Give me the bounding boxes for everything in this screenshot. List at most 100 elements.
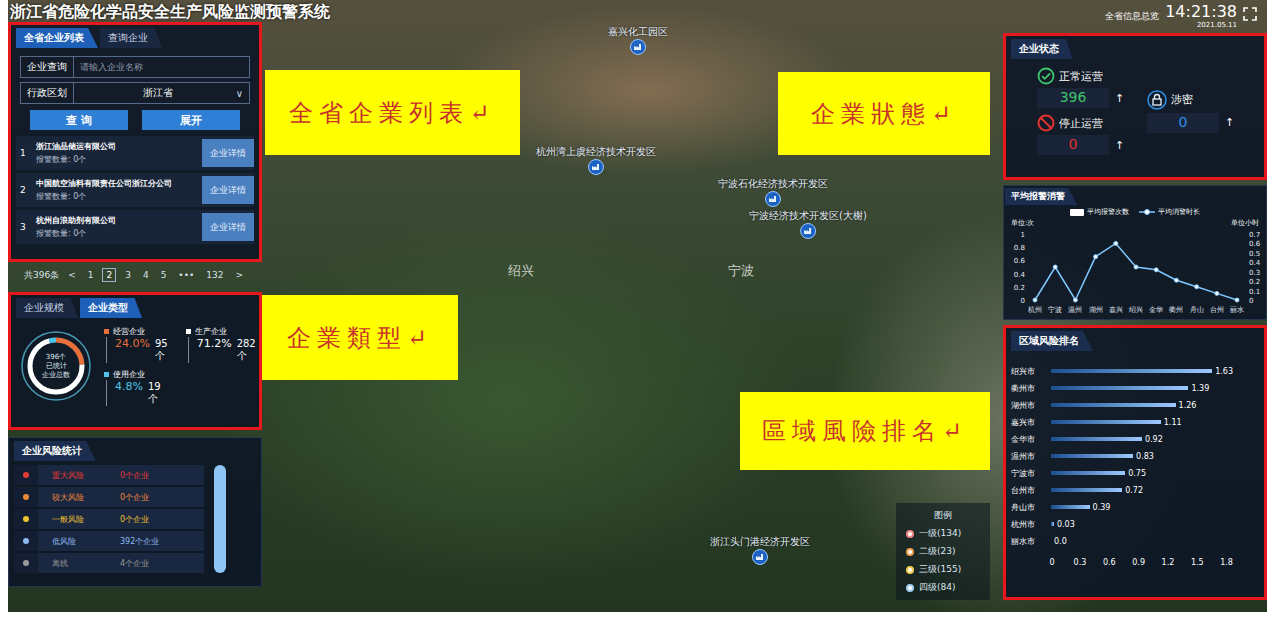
tab[interactable]: 查询企业 — [100, 28, 162, 48]
tab[interactable]: 企业类型 — [80, 298, 142, 318]
rank-row[interactable]: 舟山市 0.39 — [1011, 499, 1259, 515]
rank-row[interactable]: 丽水市 0.0 — [1011, 533, 1259, 549]
detail-button[interactable]: 企业详情 — [202, 176, 254, 204]
alarm-bar[interactable] — [1132, 300, 1140, 301]
page-number[interactable]: ••• — [175, 269, 197, 281]
item-text: 中国航空油料有限责任公司浙江分公司 报警数量: 0个 — [36, 178, 196, 202]
annotation-label: 企業類型↵ — [262, 295, 458, 380]
tab[interactable]: 企业规模 — [16, 298, 78, 318]
region-name: 台州市 — [1011, 485, 1051, 496]
legend-item[interactable]: 三级(155) — [906, 563, 980, 576]
rank-track: 0.0 — [1051, 537, 1229, 546]
map-pin[interactable]: 宁波经济技术开发区(大榭) — [749, 210, 867, 239]
legend-item[interactable]: 四级(84) — [906, 581, 980, 594]
region-select[interactable]: 浙江省 ∨ — [74, 83, 249, 103]
rank-row[interactable]: 金华市 0.92 — [1011, 431, 1259, 447]
detail-button[interactable]: 企业详情 — [202, 213, 254, 241]
search-input[interactable] — [74, 57, 249, 77]
alarm-bar[interactable] — [1092, 300, 1100, 301]
line-point[interactable] — [1094, 255, 1098, 259]
pin-label: 浙江头门港经济开发区 — [710, 536, 810, 548]
rank-row[interactable]: 宁波市 0.75 — [1011, 465, 1259, 481]
overview-link[interactable]: 全省信息总览 — [1105, 10, 1159, 23]
detail-button[interactable]: 企业详情 — [202, 139, 254, 167]
line-point[interactable] — [1215, 291, 1219, 295]
alarm-bar[interactable] — [1213, 300, 1221, 301]
alarm-bar[interactable] — [1193, 300, 1201, 301]
left-tick: 0.6 — [1014, 257, 1026, 265]
alarm-bar[interactable] — [1172, 300, 1180, 301]
next-page[interactable]: > — [232, 269, 246, 281]
category-label: 嘉兴 — [1109, 306, 1123, 314]
item-index: 1 — [20, 148, 30, 158]
right-column: 全省信息总览 14:21:38 2021.05.11 企业状态 正常运营 396… — [1003, 0, 1267, 612]
legend-item[interactable]: 二级(23) — [906, 545, 980, 558]
map-pin[interactable]: 杭州湾上虞经济技术开发区 — [536, 146, 656, 175]
panel-title-bar: 企业状态 — [1011, 39, 1259, 59]
risk-label: 离线 — [38, 558, 120, 569]
trend-arrow-icon: ↑ — [1115, 139, 1124, 152]
page-number[interactable]: 1 — [85, 269, 97, 281]
enterprise-item[interactable]: 3 杭州自浪助剂有限公司 报警数量: 0个 企业详情 — [16, 210, 254, 244]
page-number[interactable]: 132 — [203, 269, 226, 281]
fullscreen-icon[interactable] — [1243, 7, 1257, 21]
region-label: 行政区划 — [21, 83, 74, 103]
line-point[interactable] — [1073, 298, 1077, 302]
rank-bar — [1051, 403, 1176, 407]
page-number[interactable]: 5 — [158, 269, 170, 281]
alarm-bar[interactable] — [1112, 300, 1120, 301]
rank-row[interactable]: 湖州市 1.26 — [1011, 397, 1259, 413]
line-point[interactable] — [1174, 278, 1178, 282]
risk-label: 重大风险 — [38, 470, 120, 481]
left-tick: 0 — [1021, 297, 1025, 305]
region-value: 浙江省 — [80, 86, 236, 100]
action-button[interactable]: 展开 — [142, 110, 240, 130]
risk-label: 低风险 — [38, 536, 120, 547]
chart-legend-item[interactable]: 平均报警次数 — [1070, 207, 1129, 217]
map-pin[interactable]: 嘉兴化工园区 — [608, 26, 668, 55]
page-number[interactable]: 4 — [140, 269, 152, 281]
risk-row[interactable]: 低风险 392个企业 — [14, 531, 204, 551]
prev-page[interactable]: < — [65, 269, 79, 281]
button-row: 查 询展开 — [16, 110, 254, 130]
map-pin[interactable]: 宁波石化经济技术开发区 — [718, 178, 828, 207]
rank-row[interactable]: 绍兴市 1.63 — [1011, 363, 1259, 379]
line-point[interactable] — [1033, 298, 1037, 302]
item-alarm-count: 报警数量: 0个 — [36, 228, 196, 239]
chart-legend-item[interactable]: 平均消警时长 — [1139, 207, 1200, 217]
map-pin[interactable]: 浙江头门港经济开发区 — [710, 536, 810, 565]
alarm-bar[interactable] — [1152, 300, 1160, 301]
risk-row[interactable]: 离线 4个企业 — [14, 553, 204, 573]
rank-row[interactable]: 嘉兴市 1.11 — [1011, 414, 1259, 430]
tab[interactable]: 全省企业列表 — [16, 28, 98, 48]
map-legend: 图例 一级(134) 二级(23) 三级(155) 四级(84) — [896, 503, 990, 600]
scrollbar[interactable] — [214, 465, 226, 573]
pin-label: 宁波经济技术开发区(大榭) — [749, 210, 867, 222]
page-number[interactable]: 2 — [102, 268, 116, 282]
legend-item[interactable]: 一级(134) — [906, 527, 980, 540]
dropdown-arrow-icon: ∨ — [236, 88, 243, 99]
rank-axis: 00.30.60.91.21.51.8 — [1047, 558, 1233, 567]
line-point[interactable] — [1053, 265, 1057, 269]
line-point[interactable] — [1235, 298, 1239, 302]
datetime: 14:21:38 2021.05.11 — [1165, 4, 1237, 29]
item-alarm-count: 报警数量: 0个 — [36, 154, 196, 165]
line-point[interactable] — [1114, 241, 1118, 245]
rank-row[interactable]: 杭州市 0.03 — [1011, 516, 1259, 532]
line-point[interactable] — [1195, 285, 1199, 289]
risk-row[interactable]: 较大风险 0个企业 — [14, 487, 204, 507]
risk-row[interactable]: 一般风险 0个企业 — [14, 509, 204, 529]
rank-row[interactable]: 温州市 0.83 — [1011, 448, 1259, 464]
rank-row[interactable]: 台州市 0.72 — [1011, 482, 1259, 498]
page-number[interactable]: 3 — [122, 269, 134, 281]
enterprise-item[interactable]: 1 浙江油品储运有限公司 报警数量: 0个 企业详情 — [16, 136, 254, 170]
rank-row[interactable]: 衢州市 1.39 — [1011, 380, 1259, 396]
alarm-bar[interactable] — [1051, 300, 1059, 301]
risk-body: 重大风险 0个企业 较大风险 0个企业 一般风险 0个企业 低风险 392个企业… — [14, 465, 256, 573]
risk-row[interactable]: 重大风险 0个企业 — [14, 465, 204, 485]
line-point[interactable] — [1154, 268, 1158, 272]
bar-swatch — [1070, 209, 1084, 216]
action-button[interactable]: 查 询 — [30, 110, 128, 130]
line-point[interactable] — [1134, 265, 1138, 269]
enterprise-item[interactable]: 2 中国航空油料有限责任公司浙江分公司 报警数量: 0个 企业详情 — [16, 173, 254, 207]
